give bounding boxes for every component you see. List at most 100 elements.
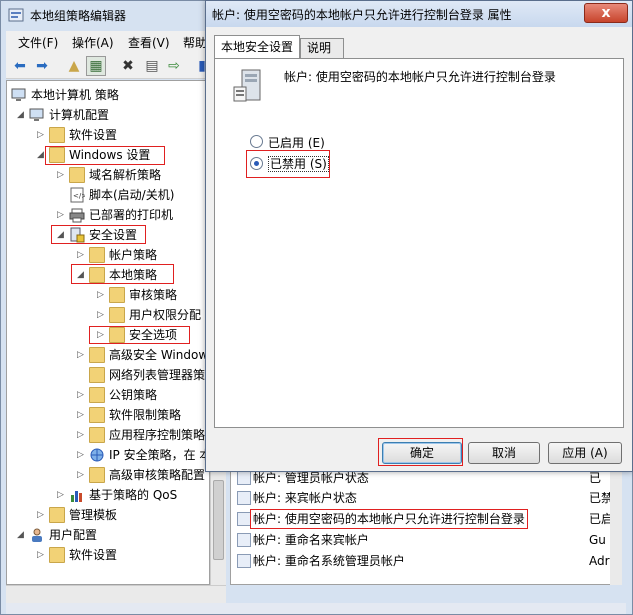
expanded-arrow-icon[interactable]: ◢ <box>17 525 27 545</box>
enabled-option[interactable]: 已启用 (E) <box>250 133 370 151</box>
policy-list: 帐户: 管理员帐户状态 已 帐户: 来宾帐户状态 已禁 帐户: 使用空密码的本地… <box>230 465 622 585</box>
policy-icon <box>237 491 251 505</box>
tree-label: 用户配置 <box>49 528 98 542</box>
tree-label: 高级审核策略配置 <box>109 468 206 482</box>
back-arrow-icon[interactable]: ⬅ <box>10 56 30 76</box>
enabled-radio[interactable] <box>250 135 263 148</box>
folder-icon <box>49 547 65 563</box>
collapsed-arrow-icon[interactable]: ▷ <box>57 165 67 185</box>
tree-label: 本地计算机 策略 <box>31 88 119 102</box>
highlight-local-policies <box>71 264 174 284</box>
bar-chart-icon <box>71 491 82 502</box>
highlight-security-settings <box>51 225 146 244</box>
highlight-ok-button <box>378 438 463 466</box>
policy-name: 帐户: 来宾帐户状态 <box>253 491 357 505</box>
menu-help[interactable]: 帮助 <box>183 34 207 51</box>
collapsed-arrow-icon[interactable]: ▷ <box>37 505 47 525</box>
delete-icon[interactable]: ✖ <box>118 56 138 76</box>
collapsed-arrow-icon[interactable]: ▷ <box>97 305 107 325</box>
folder-icon <box>89 387 105 403</box>
tree-horizontal-scrollbar[interactable] <box>6 585 226 603</box>
console-tree: 本地计算机 策略 ◢ 计算机配置 ▷ 软件设置 ◢ Windows 设置 ▷ 域… <box>6 80 210 585</box>
folder-icon <box>89 407 105 423</box>
locked-folder-icon <box>89 247 105 263</box>
locked-folder-icon <box>109 287 125 303</box>
policy-value: Adr <box>589 554 610 568</box>
window-title: 本地组策略编辑器 <box>30 9 127 23</box>
policy-name-label: 帐户: 使用空密码的本地帐户只允许进行控制台登录 <box>284 70 556 84</box>
collapsed-arrow-icon[interactable]: ▷ <box>37 125 47 145</box>
policy-name: 帐户: 重命名来宾帐户 <box>253 533 369 547</box>
collapsed-arrow-icon[interactable]: ▷ <box>77 465 87 485</box>
menu-view[interactable]: 查看(V) <box>128 34 170 51</box>
expanded-arrow-icon[interactable]: ◢ <box>17 105 27 125</box>
tree-label: 应用程序控制策略 <box>109 428 206 442</box>
tree-label: 脚本(启动/关机) <box>89 188 175 202</box>
tree-label: 已部署的打印机 <box>89 208 174 222</box>
show-tree-icon[interactable]: ▦ <box>86 56 106 76</box>
collapsed-arrow-icon[interactable]: ▷ <box>77 245 87 265</box>
dialog-title: 帐户: 使用空密码的本地帐户只允许进行控制台登录 属性 <box>212 8 512 22</box>
policy-value: Gu <box>589 533 606 547</box>
list-row[interactable]: 帐户: 来宾帐户状态 已禁 <box>231 488 621 508</box>
tab-local-security-setting[interactable]: 本地安全设置 <box>214 35 300 59</box>
collapsed-arrow-icon[interactable]: ▷ <box>77 385 87 405</box>
folder-icon <box>89 467 105 483</box>
menu-bar: 文件(F) 操作(A) 查看(V) 帮助 <box>6 31 210 53</box>
export-icon[interactable]: ⇨ <box>164 56 184 76</box>
toolbar: ⬅ ➡ ▲ ▦ ✖ ▤ ⇨ ▮ <box>6 53 210 79</box>
tree-label: 计算机配置 <box>49 108 110 122</box>
tree-label: 帐户策略 <box>109 248 158 262</box>
list-row[interactable]: 帐户: 重命名来宾帐户 Gu <box>231 530 621 550</box>
list-vertical-scrollbar[interactable] <box>610 465 622 585</box>
collapsed-arrow-icon[interactable]: ▷ <box>57 485 67 505</box>
forward-arrow-icon[interactable]: ➡ <box>32 56 52 76</box>
ip-security-icon <box>90 448 104 462</box>
list-row[interactable]: 帐户: 重命名系统管理员帐户 Adr <box>231 551 621 571</box>
policy-name: 帐户: 重命名系统管理员帐户 <box>253 554 405 568</box>
collapsed-arrow-icon[interactable]: ▷ <box>77 445 87 465</box>
policy-icon <box>237 471 251 485</box>
tree-label: 软件限制策略 <box>109 408 182 422</box>
properties-icon[interactable]: ▤ <box>142 56 162 76</box>
printer-icon <box>69 208 85 223</box>
scrollbar-thumb[interactable] <box>213 480 224 560</box>
collapsed-arrow-icon[interactable]: ▷ <box>57 205 67 225</box>
locked-folder-icon <box>109 307 125 323</box>
tree-label: IP 安全策略，在 本 <box>109 448 210 462</box>
tree-label: 基于策略的 QoS <box>89 488 178 502</box>
tree-label: 域名解析策略 <box>89 168 162 182</box>
folder-icon <box>69 167 85 183</box>
close-button[interactable]: x <box>584 3 628 23</box>
apply-button[interactable]: 应用 (A) <box>548 442 622 464</box>
highlight-disabled-option <box>246 150 330 178</box>
tree-label: 高级安全 Window <box>109 348 209 362</box>
menu-file[interactable]: 文件(F) <box>18 34 58 51</box>
policy-icon <box>237 554 251 568</box>
menu-action[interactable]: 操作(A) <box>72 34 114 51</box>
server-policy-icon <box>233 69 261 102</box>
collapsed-arrow-icon[interactable]: ▷ <box>77 345 87 365</box>
highlight-windows-settings <box>45 146 165 165</box>
tab-explain[interactable]: 说明 <box>300 38 344 59</box>
tree-label: 用户权限分配 <box>129 308 202 322</box>
cancel-button[interactable]: 取消 <box>468 442 540 464</box>
policy-icon <box>237 512 251 526</box>
collapsed-arrow-icon[interactable]: ▷ <box>77 425 87 445</box>
collapsed-arrow-icon[interactable]: ▷ <box>37 545 47 565</box>
script-icon: </> <box>70 187 85 203</box>
collapsed-arrow-icon[interactable]: ▷ <box>77 405 87 425</box>
svg-text:</>: </> <box>73 192 85 200</box>
tree-label: 网络列表管理器策 <box>109 368 206 382</box>
highlight-security-options <box>89 326 190 344</box>
collapsed-arrow-icon[interactable]: ▷ <box>97 285 107 305</box>
folder-icon <box>49 507 65 523</box>
tree-label: 管理模板 <box>69 508 118 522</box>
folder-icon <box>89 427 105 443</box>
tree-label: 审核策略 <box>129 288 178 302</box>
status-bar <box>6 603 626 614</box>
dialog-titlebar: 帐户: 使用空密码的本地帐户只允许进行控制台登录 属性 x <box>206 1 632 27</box>
app-icon <box>8 8 24 22</box>
tree-label: 公钥策略 <box>109 388 158 402</box>
up-folder-icon[interactable]: ▲ <box>64 56 84 76</box>
